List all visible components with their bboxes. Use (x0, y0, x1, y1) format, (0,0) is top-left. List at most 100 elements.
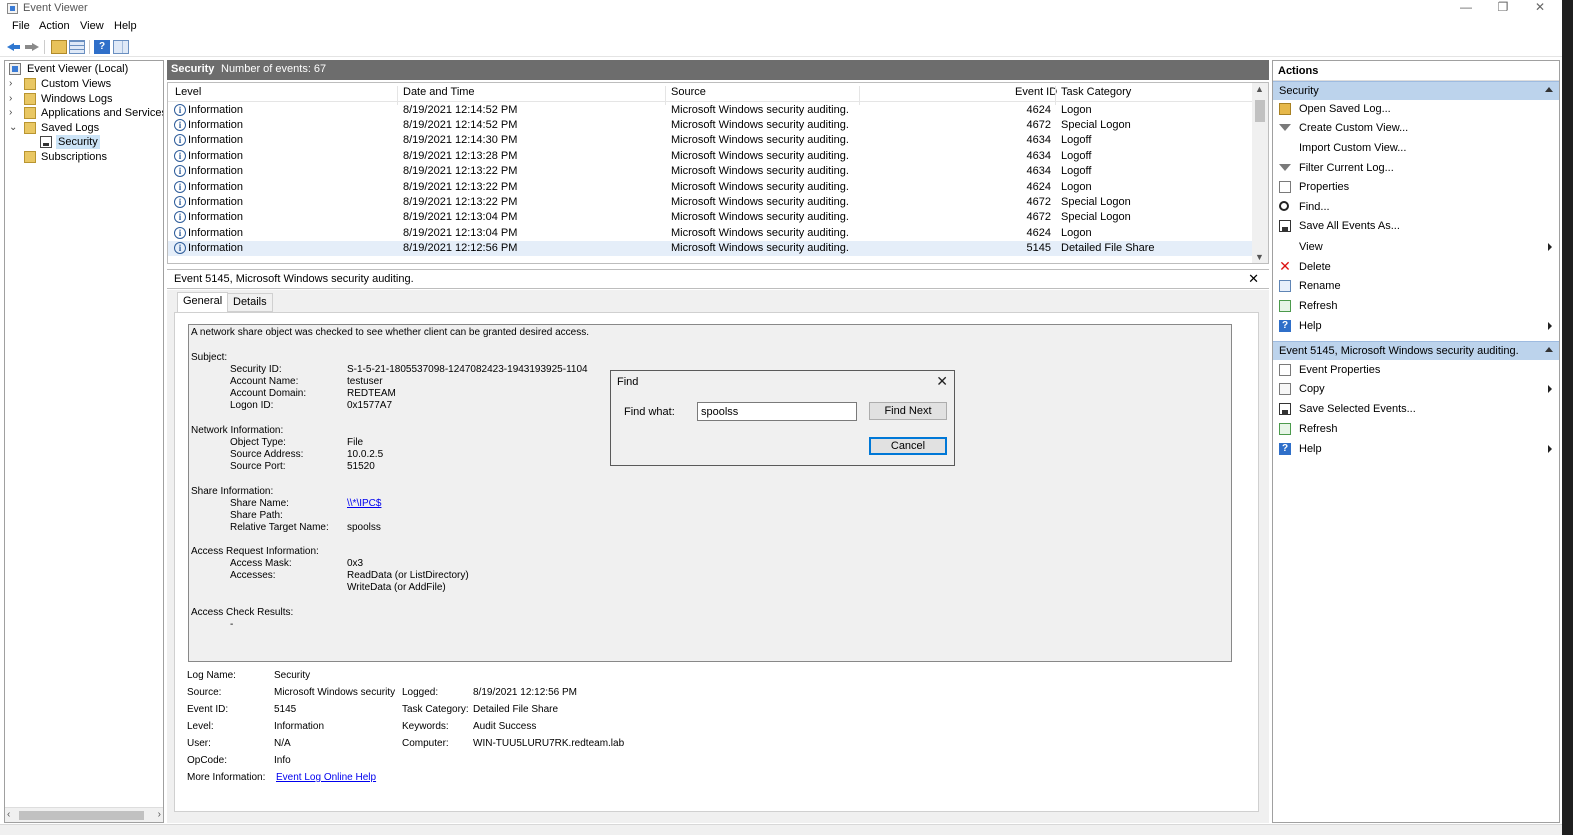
action-import-custom-view[interactable]: Import Custom View... (1273, 139, 1559, 158)
cell-level: Information (188, 134, 244, 146)
folder-icon (24, 93, 36, 105)
scroll-up-icon[interactable]: ▲ (1255, 84, 1264, 94)
column-header-source[interactable]: Source (671, 86, 706, 98)
cell-level: Information (188, 196, 244, 208)
tree-item-event-viewer-local[interactable]: Event Viewer (Local) (9, 62, 159, 77)
properties-icon (1279, 181, 1291, 193)
menu-file[interactable]: File (12, 20, 30, 32)
table-row[interactable]: i Information 8/19/2021 12:13:22 PM Micr… (168, 195, 1252, 210)
cell-date: 8/19/2021 12:14:52 PM (403, 119, 518, 131)
tree-item-subscriptions[interactable]: Subscriptions (24, 150, 154, 165)
table-row[interactable]: i Information 8/19/2021 12:13:28 PM Micr… (168, 149, 1252, 164)
action-label: Help (1299, 320, 1322, 332)
find-next-button[interactable]: Find Next (869, 402, 947, 420)
tab-details[interactable]: Details (227, 293, 273, 312)
submenu-arrow-icon (1548, 243, 1552, 251)
action-help[interactable]: ? Help (1273, 317, 1559, 336)
share-name-link[interactable]: \\*\IPC$ (347, 498, 381, 509)
close-detail-icon[interactable]: ✕ (1248, 271, 1259, 287)
tree-item-applications-and-services[interactable]: › Applications and Services Lo (9, 106, 163, 121)
tree-item-custom-views[interactable]: › Custom Views (9, 77, 159, 92)
column-header-date[interactable]: Date and Time (403, 86, 475, 98)
information-icon: i (174, 196, 186, 208)
action-view[interactable]: View (1273, 238, 1559, 257)
table-row[interactable]: i Information 8/19/2021 12:14:52 PM Micr… (168, 103, 1252, 118)
events-vertical-scrollbar[interactable]: ▲ ▼ (1252, 83, 1268, 263)
accesses-value-1: ReadData (or ListDirectory) (347, 570, 469, 581)
cell-source: Microsoft Windows security auditing. (671, 165, 849, 177)
menu-help[interactable]: Help (114, 20, 137, 32)
table-row[interactable]: i Information 8/19/2021 12:14:30 PM Micr… (168, 133, 1252, 148)
tree-horizontal-scrollbar[interactable]: ‹ › (5, 807, 163, 822)
menu-action[interactable]: Action (39, 20, 70, 32)
expand-chevron-icon[interactable]: › (9, 106, 19, 120)
scroll-right-icon[interactable]: › (158, 809, 161, 820)
actions-section-event[interactable]: Event 5145, Microsoft Windows security a… (1273, 341, 1559, 360)
close-window-button[interactable]: ✕ (1522, 0, 1558, 17)
logged-label: Logged: (402, 687, 439, 698)
cell-date: 8/19/2021 12:13:22 PM (403, 196, 518, 208)
find-dialog: Find ✕ Find what: Find Next Cancel (610, 370, 955, 466)
action-open-saved-log[interactable]: Open Saved Log... (1273, 100, 1559, 119)
column-header-task-category[interactable]: Task Category (1061, 86, 1131, 98)
tree-item-windows-logs[interactable]: › Windows Logs (9, 92, 159, 107)
action-refresh-event[interactable]: Refresh (1273, 420, 1559, 439)
scroll-thumb[interactable] (19, 811, 144, 820)
action-find[interactable]: Find... (1273, 198, 1559, 217)
expand-chevron-icon[interactable]: › (9, 92, 19, 106)
scroll-down-icon[interactable]: ▼ (1255, 252, 1264, 262)
table-row[interactable]: i Information 8/19/2021 12:13:04 PM Micr… (168, 210, 1252, 225)
back-arrow-icon[interactable] (6, 40, 22, 54)
help-icon[interactable]: ? (94, 40, 110, 54)
forward-arrow-icon[interactable] (24, 40, 40, 54)
table-row[interactable]: i Information 8/19/2021 12:14:52 PM Micr… (168, 118, 1252, 133)
action-refresh[interactable]: Refresh (1273, 297, 1559, 316)
menu-view[interactable]: View (80, 20, 104, 32)
table-row[interactable]: i Information 8/19/2021 12:13:22 PM Micr… (168, 164, 1252, 179)
collapse-chevron-icon[interactable]: ⌄ (9, 121, 19, 135)
table-row-selected[interactable]: i Information 8/19/2021 12:12:56 PM Micr… (168, 241, 1252, 256)
minimize-button[interactable]: — (1448, 0, 1484, 17)
collapse-caret-icon[interactable] (1545, 347, 1553, 352)
expand-chevron-icon[interactable]: › (9, 77, 19, 91)
action-filter-current-log[interactable]: Filter Current Log... (1273, 159, 1559, 178)
action-help-event[interactable]: ? Help (1273, 440, 1559, 459)
restore-button[interactable]: ❐ (1485, 0, 1521, 17)
action-create-custom-view[interactable]: Create Custom View... (1273, 119, 1559, 138)
scroll-thumb[interactable] (1255, 100, 1265, 122)
action-save-selected-events[interactable]: Save Selected Events... (1273, 400, 1559, 419)
action-label: Filter Current Log... (1299, 162, 1394, 174)
cancel-button[interactable]: Cancel (869, 437, 947, 455)
action-event-properties[interactable]: Event Properties (1273, 361, 1559, 380)
tree-item-saved-logs[interactable]: ⌄ Saved Logs (9, 121, 159, 136)
up-folder-icon[interactable] (51, 40, 67, 54)
column-header-event-id[interactable]: Event ID (1015, 86, 1057, 98)
scroll-left-icon[interactable]: ‹ (7, 809, 10, 820)
find-what-input[interactable] (697, 402, 857, 421)
action-save-all-events[interactable]: Save All Events As... (1273, 217, 1559, 236)
action-delete[interactable]: ✕ Delete (1273, 258, 1559, 277)
table-row[interactable]: i Information 8/19/2021 12:13:04 PM Micr… (168, 226, 1252, 241)
action-copy[interactable]: Copy (1273, 380, 1559, 399)
more-information-label: More Information: (187, 772, 266, 783)
show-hide-tree-icon[interactable] (69, 40, 85, 54)
show-action-pane-icon[interactable] (113, 40, 129, 54)
tree-item-security[interactable]: Security (39, 135, 100, 150)
collapse-caret-icon[interactable] (1545, 87, 1553, 92)
tab-general[interactable]: General (177, 292, 229, 313)
action-label: Rename (1299, 280, 1341, 292)
event-log-online-help-link[interactable]: Event Log Online Help (276, 772, 376, 783)
cell-task: Special Logon (1061, 196, 1131, 208)
table-row[interactable]: i Information 8/19/2021 12:13:22 PM Micr… (168, 180, 1252, 195)
source-label: Source: (187, 687, 222, 698)
log-name: Security (171, 63, 215, 75)
column-header-level[interactable]: Level (175, 86, 201, 98)
action-properties[interactable]: Properties (1273, 178, 1559, 197)
close-icon[interactable]: ✕ (936, 373, 948, 390)
action-rename[interactable]: Rename (1273, 277, 1559, 296)
actions-section-security[interactable]: Security (1273, 81, 1559, 100)
cell-source: Microsoft Windows security auditing. (671, 119, 849, 131)
object-type-label: Object Type: (230, 437, 286, 448)
subscriptions-icon (24, 151, 36, 163)
accesses-label: Accesses: (230, 570, 276, 581)
